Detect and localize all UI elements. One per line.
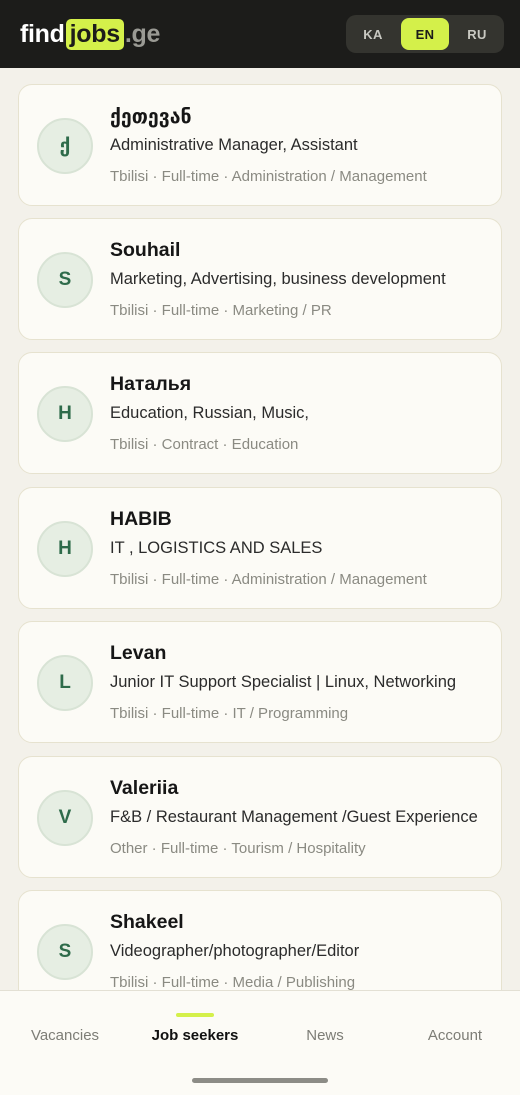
seeker-role: IT , LOGISTICS AND SALES — [110, 539, 323, 557]
seeker-role: Videographer/photographer/Editor — [110, 942, 360, 960]
logo-find: find — [20, 19, 65, 48]
seeker-meta: Tbilisi · Full-time · Marketing / PR — [110, 302, 332, 319]
seeker-card[interactable]: Н Наталья Education, Russian, Music, Tbi… — [18, 352, 502, 474]
job-seekers-list[interactable]: ქ ქეთევან Administrative Manager, Assist… — [18, 84, 502, 990]
findjobs-logo[interactable]: find jobs .ge — [20, 18, 161, 50]
seeker-card[interactable]: V Valeriia F&B / Restaurant Management /… — [18, 756, 502, 878]
seeker-meta: Tbilisi · Full-time · Media / Publishing — [110, 974, 356, 990]
seeker-meta: Tbilisi · Full-time · Administration / M… — [110, 168, 427, 185]
language-switcher: KA EN RU — [346, 15, 504, 53]
lang-en-button[interactable]: EN — [401, 18, 449, 50]
seeker-name: Levan — [110, 642, 167, 664]
logo-ge: .ge — [124, 19, 161, 48]
seeker-card[interactable]: H HABIB IT , LOGISTICS AND SALES Tbilisi… — [18, 487, 502, 609]
seeker-role: Administrative Manager, Assistant — [110, 136, 358, 154]
nav-account[interactable]: Account — [390, 1027, 520, 1044]
avatar: S — [37, 924, 93, 980]
seeker-role: Marketing, Advertising, business develop… — [110, 270, 446, 288]
seeker-name: ქეთევან — [110, 106, 192, 128]
lang-ru-button[interactable]: RU — [453, 18, 501, 50]
seeker-name: Valeriia — [110, 777, 179, 799]
active-tab-indicator — [176, 1013, 214, 1017]
seeker-meta: Tbilisi · Contract · Education — [110, 436, 299, 453]
avatar: S — [37, 252, 93, 308]
avatar: Н — [37, 386, 93, 442]
avatar: L — [37, 655, 93, 711]
seeker-card[interactable]: ქ ქეთევან Administrative Manager, Assist… — [18, 84, 502, 206]
nav-vacancies[interactable]: Vacancies — [0, 1027, 130, 1044]
seeker-meta: Tbilisi · Full-time · Administration / M… — [110, 571, 427, 588]
seeker-name: Shakeel — [110, 911, 184, 933]
seeker-name: Souhail — [110, 239, 181, 261]
seeker-card[interactable]: L Levan Junior IT Support Specialist | L… — [18, 621, 502, 743]
bottom-navigation: Vacancies Job seekers News Account — [0, 990, 520, 1095]
seeker-role: Education, Russian, Music, — [110, 404, 310, 422]
nav-job-seekers[interactable]: Job seekers — [130, 1027, 260, 1044]
app-header: find jobs .ge KA EN RU — [0, 0, 520, 68]
seeker-card[interactable]: S Shakeel Videographer/photographer/Edit… — [18, 890, 502, 990]
avatar: H — [37, 521, 93, 577]
seeker-role: F&B / Restaurant Management /Guest Exper… — [110, 808, 478, 826]
nav-news[interactable]: News — [260, 1027, 390, 1044]
seeker-role: Junior IT Support Specialist | Linux, Ne… — [110, 673, 457, 691]
avatar: ქ — [37, 118, 93, 174]
home-indicator — [192, 1078, 328, 1083]
seeker-name: Наталья — [110, 373, 192, 395]
seeker-card[interactable]: S Souhail Marketing, Advertising, busine… — [18, 218, 502, 340]
seeker-meta: Other · Full-time · Tourism / Hospitalit… — [110, 840, 366, 857]
seeker-meta: Tbilisi · Full-time · IT / Programming — [110, 705, 349, 722]
avatar: V — [37, 790, 93, 846]
logo-jobs: jobs — [65, 18, 124, 50]
lang-ka-button[interactable]: KA — [349, 18, 397, 50]
seeker-name: HABIB — [110, 508, 172, 530]
